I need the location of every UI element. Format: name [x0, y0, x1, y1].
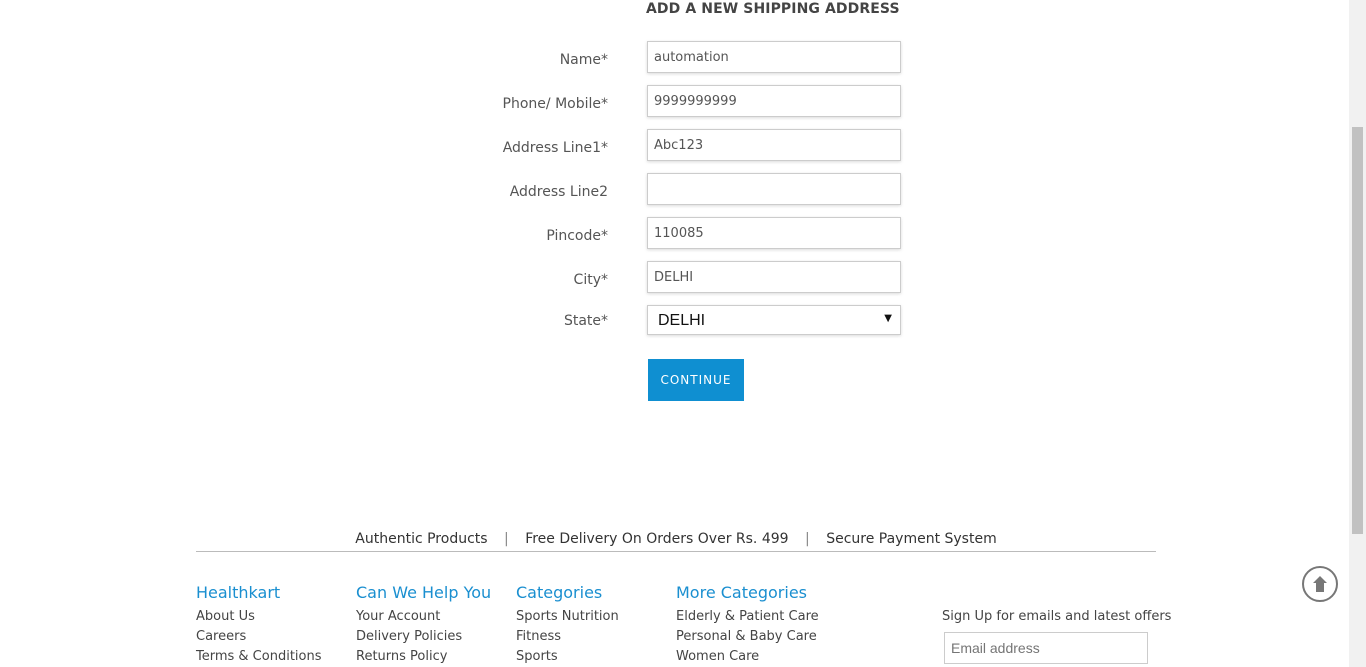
arrow-up-circle-icon	[1313, 576, 1327, 592]
newsletter-email-input[interactable]	[944, 632, 1148, 664]
page-scrollbar[interactable]	[1349, 0, 1366, 667]
address-line2-label: Address Line2	[509, 184, 608, 200]
footer-link-elderly-care[interactable]: Elderly & Patient Care	[676, 609, 819, 624]
footer-link-delivery-policies[interactable]: Delivery Policies	[356, 629, 462, 644]
address-line1-input[interactable]	[647, 129, 901, 161]
city-label: City*	[573, 272, 608, 288]
pincode-input[interactable]	[647, 217, 901, 249]
feature-authentic: Authentic Products	[355, 531, 488, 547]
feature-strip: Authentic Products | Free Delivery On Or…	[196, 531, 1156, 547]
city-input[interactable]	[647, 261, 901, 293]
footer-heading-healthkart[interactable]: Healthkart	[196, 583, 280, 602]
scrollbar-thumb[interactable]	[1352, 127, 1363, 534]
name-input[interactable]	[647, 41, 901, 73]
footer-link-personal-baby-care[interactable]: Personal & Baby Care	[676, 629, 817, 644]
footer-link-sports-nutrition[interactable]: Sports Nutrition	[516, 609, 619, 624]
scroll-to-top-button[interactable]	[1302, 566, 1338, 602]
address-line2-input[interactable]	[647, 173, 901, 205]
pincode-label: Pincode*	[546, 228, 608, 244]
address-line1-label: Address Line1*	[502, 140, 608, 156]
phone-input[interactable]	[647, 85, 901, 117]
footer-link-about-us[interactable]: About Us	[196, 609, 255, 624]
footer-link-sports[interactable]: Sports	[516, 649, 558, 664]
form-title: ADD A NEW SHIPPING ADDRESS	[646, 1, 900, 17]
feature-free-delivery: Free Delivery On Orders Over Rs. 499	[525, 531, 789, 547]
footer-link-your-account[interactable]: Your Account	[356, 609, 440, 624]
footer-heading-more-categories[interactable]: More Categories	[676, 583, 807, 602]
footer-link-returns-policy[interactable]: Returns Policy	[356, 649, 447, 664]
phone-label: Phone/ Mobile*	[502, 96, 608, 112]
newsletter-signup-text: Sign Up for emails and latest offers	[942, 609, 1172, 624]
state-select[interactable]: DELHI ▼	[647, 305, 901, 335]
feature-separator: |	[805, 531, 810, 547]
footer-link-fitness[interactable]: Fitness	[516, 629, 561, 644]
footer-heading-categories[interactable]: Categories	[516, 583, 602, 602]
footer-link-women-care[interactable]: Women Care	[676, 649, 759, 664]
state-select-value: DELHI	[658, 312, 706, 329]
footer-link-terms[interactable]: Terms & Conditions	[196, 649, 322, 664]
footer-divider	[196, 551, 1156, 552]
feature-separator: |	[504, 531, 509, 547]
feature-secure-payment: Secure Payment System	[826, 531, 997, 547]
footer-link-careers[interactable]: Careers	[196, 629, 246, 644]
name-label: Name*	[559, 52, 608, 68]
footer-heading-help[interactable]: Can We Help You	[356, 583, 491, 602]
state-label: State*	[563, 313, 608, 329]
triangle-down-icon: ▼	[884, 313, 892, 324]
continue-button[interactable]: CONTINUE	[648, 359, 744, 401]
